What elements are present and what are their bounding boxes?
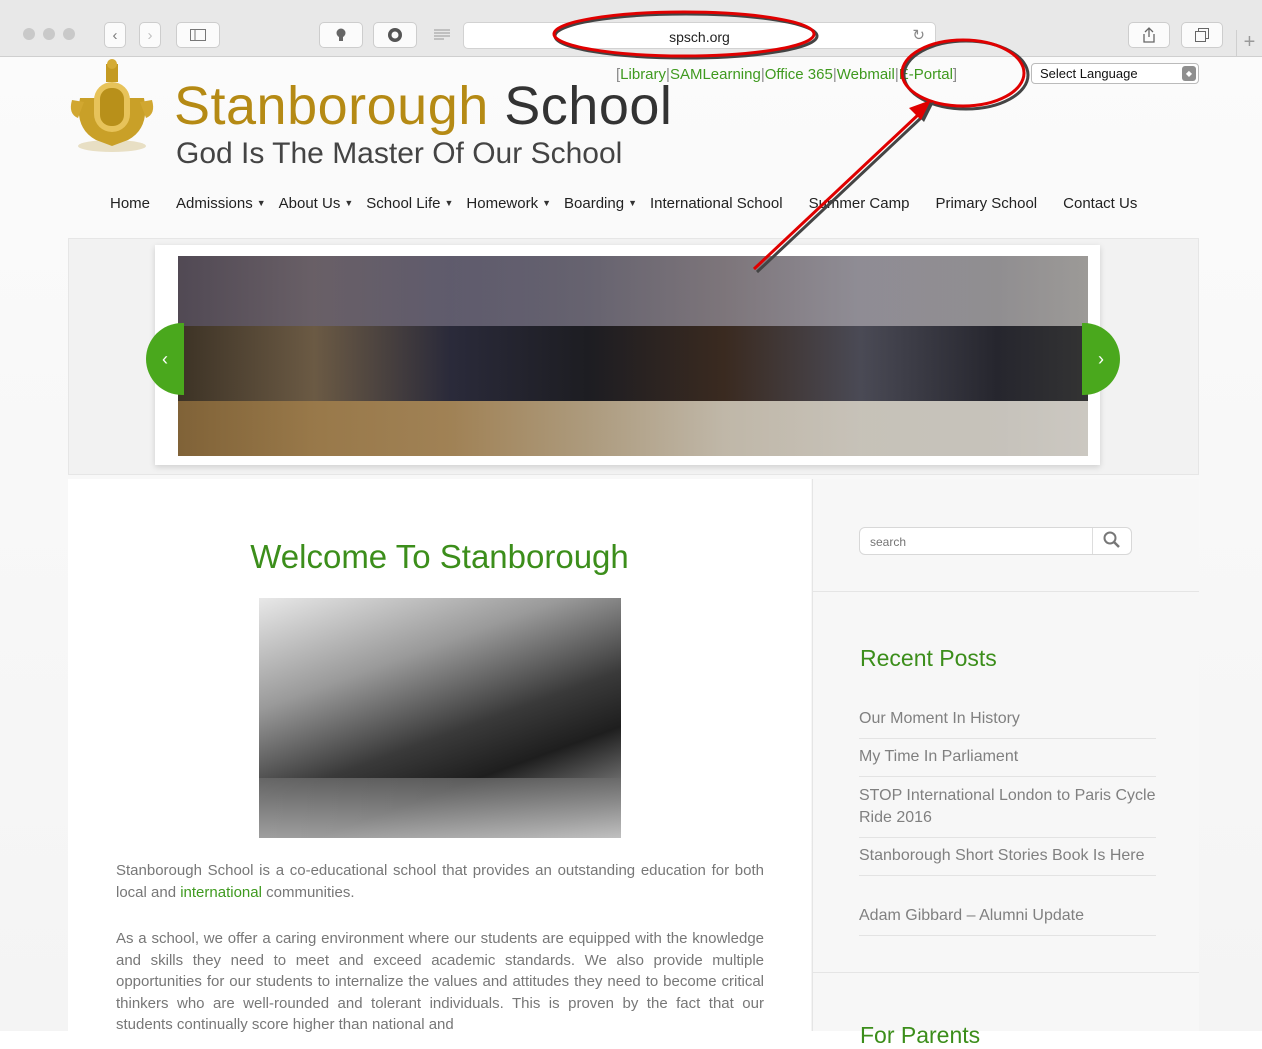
nav-label: Home [110,195,151,212]
recent-post-link[interactable]: My Time In Parliament [859,746,1156,777]
share-button[interactable] [1128,22,1170,48]
select-arrows-icon: ◆ [1182,66,1196,81]
search-box[interactable] [859,527,1132,555]
zoom-window-button[interactable] [63,28,75,40]
intro-text-b: communities. [261,883,355,901]
nav-boarding[interactable]: Boarding ▼ [564,195,637,212]
main-nav: Home Admissions ▼ About Us ▼ School Life ▼ … [110,195,1150,212]
welcome-heading: Welcome To Stanborough [250,538,629,575]
library-link[interactable]: Library [620,66,666,83]
chevron-left-icon: ‹ [112,26,118,44]
address-bar[interactable]: spsch.org ↻ [463,22,936,49]
site-title-dark: School [504,76,673,136]
nav-summer-camp[interactable]: Summer Camp [809,195,910,212]
slide-image-desk [178,401,1088,456]
slide-image[interactable] [178,256,1088,456]
language-select-value: Select Language [1040,66,1138,81]
nav-label: Boarding [564,195,625,212]
nav-admissions[interactable]: Admissions ▼ [176,195,266,212]
nav-primary-school[interactable]: Primary School [935,195,1037,212]
recent-post-link[interactable]: Adam Gibbard – Alumni Update [859,905,1156,936]
body-paragraph: As a school, we offer a caring environme… [116,930,764,1033]
nav-label: Admissions [176,195,253,212]
browser-toolbar: ‹ › spsch.org ↻ + [0,0,1262,57]
chevron-left-icon: ‹ [162,348,168,369]
nav-label: Summer Camp [808,195,910,212]
extension-button[interactable] [373,22,417,48]
office365-link[interactable]: Office 365 [765,66,833,83]
close-window-button[interactable] [23,28,35,40]
chevron-right-icon: › [1098,348,1104,369]
nav-school-life[interactable]: School Life ▼ [366,195,453,212]
samlearning-link[interactable]: SAMLearning [670,66,761,83]
reader-icon [434,29,450,40]
sidebar-toggle-button[interactable] [176,22,220,48]
sidebar-divider [812,591,1199,592]
search-input[interactable] [870,533,1090,551]
nav-international-school[interactable]: International School [650,195,783,212]
nav-about-us[interactable]: About Us ▼ [279,195,354,212]
search-icon[interactable] [1103,531,1121,549]
recent-post-link[interactable]: STOP International London to Paris Cycle… [859,785,1156,838]
nav-label: Primary School [935,195,1038,212]
recent-posts-title: Recent Posts [860,645,997,671]
caret-down-icon: ▼ [444,198,454,208]
school-crest-logo[interactable] [66,58,158,153]
search-divider [1092,528,1093,554]
nav-home[interactable]: Home [110,195,150,212]
chevron-right-icon: › [147,26,153,44]
caret-down-icon: ▼ [628,198,637,208]
site-title[interactable]: Stanborough School [174,75,672,137]
nav-label: International School [649,195,783,212]
slide-image-background [178,256,1088,326]
intro-paragraph: Stanborough School is a co-educational s… [116,860,764,903]
students-photo-desk [259,778,621,838]
sidebar-divider [812,972,1199,973]
new-tab-button[interactable]: + [1236,30,1262,57]
back-button[interactable]: ‹ [104,22,126,48]
forward-button[interactable]: › [139,22,161,48]
privacy-button[interactable] [319,22,363,48]
nav-label: Homework [466,195,539,212]
nav-label: Contact Us [1063,195,1138,212]
reload-icon[interactable]: ↻ [912,26,925,44]
nav-label: School Life [366,195,441,212]
extension-icon [388,28,402,42]
top-links: [Library|SAMLearning|Office 365|Webmail|… [616,66,958,83]
for-parents-title: For Parents [860,1022,981,1048]
nav-label: About Us [278,195,341,212]
caret-down-icon: ▼ [344,198,354,208]
recent-post-link[interactable]: Our Moment In History [859,708,1156,739]
share-icon [1143,27,1155,43]
webmail-link[interactable]: Webmail [837,66,895,83]
tabs-icon [1195,28,1209,42]
site-tagline: God Is The Master Of Our School [176,137,623,170]
url-text: spsch.org [669,29,730,45]
recent-post-link[interactable]: Stanborough Short Stories Book Is Here [859,845,1156,876]
tabs-overview-button[interactable] [1181,22,1223,48]
minimize-window-button[interactable] [43,28,55,40]
site-title-gold: Stanborough [174,76,489,136]
reader-button[interactable] [426,22,458,48]
lightbulb-icon [336,28,346,41]
nav-contact-us[interactable]: Contact Us [1063,195,1137,212]
nav-homework[interactable]: Homework ▼ [466,195,551,212]
sidebar-icon [190,29,206,41]
caret-down-icon: ▼ [256,198,266,208]
students-photo [259,598,621,838]
eportal-link[interactable]: E-Portal [899,66,953,83]
caret-down-icon: ▼ [542,198,552,208]
language-select[interactable]: Select Language ◆ [1031,63,1199,84]
international-link[interactable]: international [180,884,262,901]
